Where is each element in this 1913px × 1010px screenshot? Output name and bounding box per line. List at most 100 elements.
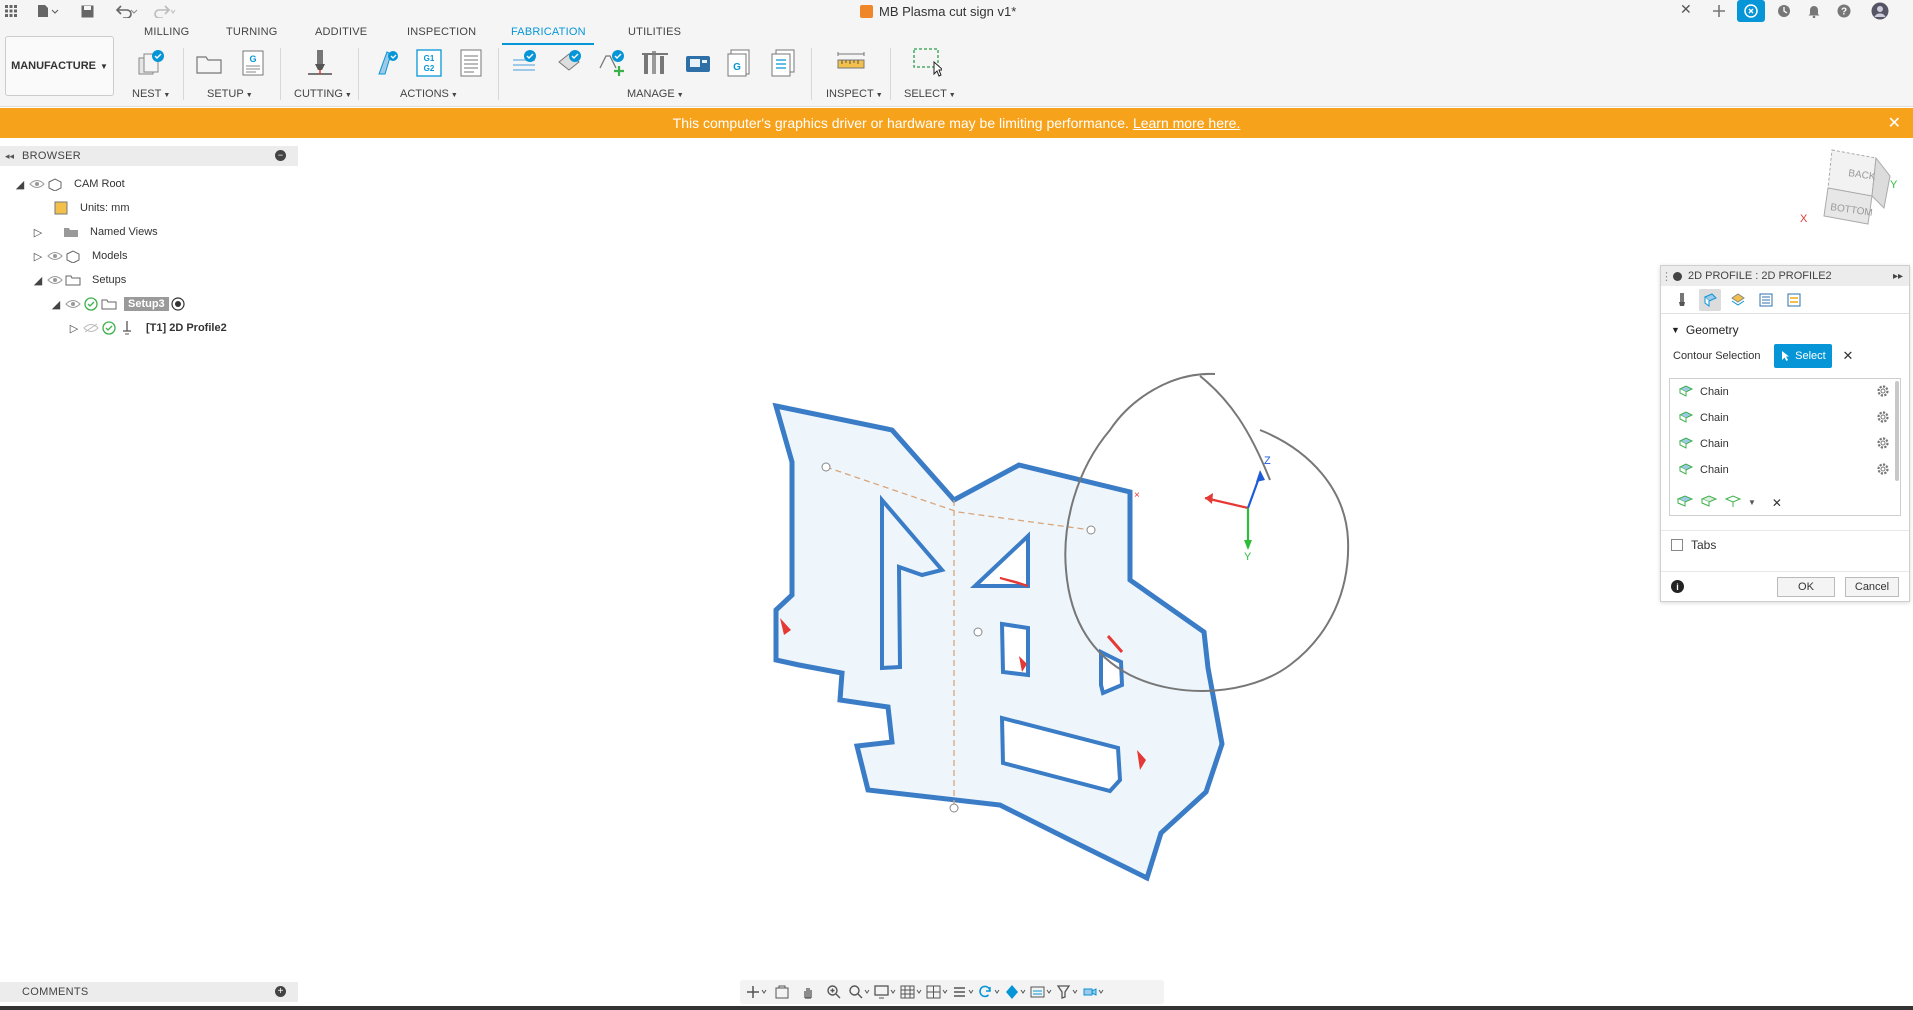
tree-item-setup3[interactable]: ◢ Setup3 (48, 293, 187, 315)
comments-panel-header[interactable]: COMMENTS + (0, 982, 298, 1002)
select-group-label[interactable]: SELECT ▼ (904, 88, 956, 100)
add-comment-icon[interactable]: + (275, 986, 286, 997)
actions-group-label[interactable]: ACTIONS ▼ (400, 88, 458, 100)
tabs-option-row[interactable]: Tabs (1661, 530, 1909, 554)
manage-group-label[interactable]: MANAGE ▼ (627, 88, 684, 100)
geometry-section-header[interactable]: ▼ Geometry (1661, 318, 1909, 342)
cutting-group-label[interactable]: CUTTING ▼ (294, 88, 352, 100)
nest-icon[interactable] (136, 48, 166, 78)
tree-item-named-views[interactable]: ▷ Named Views (30, 221, 162, 243)
visual-style-icon[interactable] (1004, 982, 1028, 1002)
tab-additive[interactable]: ADDITIVE (315, 26, 367, 38)
visibility-eye-icon[interactable] (46, 273, 64, 287)
grid-settings-icon[interactable] (900, 982, 924, 1002)
setup-sheet-icon[interactable] (456, 48, 486, 78)
heights-tab-icon[interactable] (1727, 289, 1749, 311)
expand-triangle-icon[interactable]: ▷ (30, 250, 46, 263)
extensions-icon[interactable] (1737, 0, 1765, 22)
look-at-icon[interactable] (770, 982, 794, 1002)
chain-filter-icon[interactable] (1724, 494, 1742, 511)
tab-fabrication[interactable]: FABRICATION (511, 26, 586, 38)
active-target-icon[interactable] (169, 297, 187, 311)
minimize-panel-icon[interactable]: − (275, 150, 286, 161)
machine-library-icon[interactable] (640, 48, 670, 78)
clear-selection-icon[interactable]: ✕ (1842, 348, 1853, 364)
list-item[interactable]: Chain (1670, 457, 1900, 483)
visibility-eye-icon[interactable] (64, 297, 82, 311)
select-chain-icon[interactable] (1700, 494, 1718, 511)
cancel-button[interactable]: Cancel (1845, 576, 1899, 597)
measure-icon[interactable] (836, 48, 866, 78)
expand-triangle-icon[interactable]: ▷ (66, 322, 82, 335)
section-analysis-icon[interactable] (952, 982, 976, 1002)
learn-more-link[interactable]: Learn more here. (1133, 115, 1240, 131)
cutting-torch-icon[interactable] (305, 48, 335, 78)
geometry-tab-icon[interactable] (1699, 288, 1721, 311)
folder-setup-icon[interactable] (194, 48, 224, 78)
collapse-triangle-icon[interactable]: ◢ (48, 298, 64, 311)
browser-panel-header[interactable]: ◂◂ BROWSER − (0, 146, 298, 166)
simulate-icon[interactable] (373, 48, 403, 78)
expand-dialog-icon[interactable]: ▸▸ (1893, 271, 1903, 282)
setup-group-label[interactable]: SETUP ▼ (207, 88, 253, 100)
3d-viewport[interactable]: Z Y × BACK BOTTOM X Y (300, 140, 1898, 970)
chain-list-scrollbar[interactable] (1895, 381, 1899, 481)
contour-select-button[interactable]: Select (1774, 344, 1833, 368)
pan-hand-icon[interactable] (796, 982, 820, 1002)
tab-utilities[interactable]: UTILITIES (628, 26, 681, 38)
close-banner-icon[interactable]: ✕ (1888, 113, 1901, 133)
redo-icon[interactable] (150, 2, 178, 20)
orbit-joystick-icon[interactable] (744, 982, 768, 1002)
passes-tab-icon[interactable] (1755, 289, 1777, 311)
camera-icon[interactable] (1082, 982, 1106, 1002)
tabs-checkbox[interactable] (1671, 538, 1683, 551)
dialog-minimize-icon[interactable] (1673, 271, 1682, 281)
visibility-hidden-eye-icon[interactable] (82, 321, 100, 335)
gear-icon[interactable] (1876, 410, 1890, 427)
chain-list[interactable]: Chain Chain Chain Chain ▼ ✕ (1669, 378, 1901, 516)
collapse-triangle-icon[interactable]: ◢ (30, 274, 46, 287)
tab-turning[interactable]: TURNING (226, 26, 278, 38)
task-manager-icon[interactable] (768, 48, 798, 78)
zoom-icon[interactable] (822, 982, 846, 1002)
gear-icon[interactable] (1876, 384, 1890, 401)
tool-library-icon[interactable] (510, 48, 540, 78)
list-item[interactable]: Chain (1670, 431, 1900, 457)
viewports-icon[interactable] (926, 982, 950, 1002)
tab-milling[interactable]: MILLING (144, 26, 189, 38)
inspect-group-label[interactable]: INSPECT ▼ (826, 88, 883, 100)
visibility-eye-icon[interactable] (28, 177, 46, 191)
drag-handle-icon[interactable]: ⋮ (1661, 270, 1672, 283)
zoom-window-icon[interactable] (848, 982, 872, 1002)
tree-item-cam-root[interactable]: ◢ CAM Root (12, 173, 129, 195)
selection-filter-icon[interactable] (1056, 982, 1080, 1002)
expand-triangle-icon[interactable]: ▷ (30, 226, 46, 239)
info-icon[interactable]: i (1671, 580, 1684, 593)
post-process-g1g2-icon[interactable]: G1 G2 (414, 48, 444, 78)
chevron-down-icon[interactable]: ▼ (1748, 498, 1756, 507)
window-select-icon[interactable] (912, 48, 942, 78)
tree-item-units[interactable]: Units: mm (52, 197, 134, 219)
notifications-bell-icon[interactable] (1800, 0, 1828, 22)
collapse-panel-icon[interactable]: ◂◂ (5, 151, 14, 162)
close-document-icon[interactable]: ✕ (1680, 1, 1692, 18)
tool-tab-icon[interactable] (1671, 289, 1693, 311)
help-icon[interactable]: ? (1830, 0, 1858, 22)
dialog-header[interactable]: ⋮ 2D PROFILE : 2D PROFILE2 ▸▸ (1661, 266, 1909, 286)
add-chain-icon[interactable] (1676, 494, 1694, 511)
collapse-triangle-icon[interactable]: ◢ (12, 178, 28, 191)
refresh-view-icon[interactable] (978, 982, 1002, 1002)
display-settings-icon[interactable] (874, 982, 898, 1002)
effects-icon[interactable] (1030, 982, 1054, 1002)
nc-program-icon[interactable]: G (725, 48, 755, 78)
linking-tab-icon[interactable] (1783, 289, 1805, 311)
remove-chain-icon[interactable]: ✕ (1772, 496, 1782, 510)
tree-item-setups[interactable]: ◢ Setups (30, 269, 130, 291)
file-menu-icon[interactable] (34, 2, 62, 20)
save-icon[interactable] (78, 2, 96, 20)
gear-icon[interactable] (1876, 462, 1890, 479)
user-avatar-icon[interactable] (1866, 0, 1894, 22)
template-library-icon[interactable] (555, 48, 585, 78)
workspace-switcher-button[interactable]: MANUFACTURE ▼ (5, 36, 114, 96)
job-status-icon[interactable] (1770, 0, 1798, 22)
